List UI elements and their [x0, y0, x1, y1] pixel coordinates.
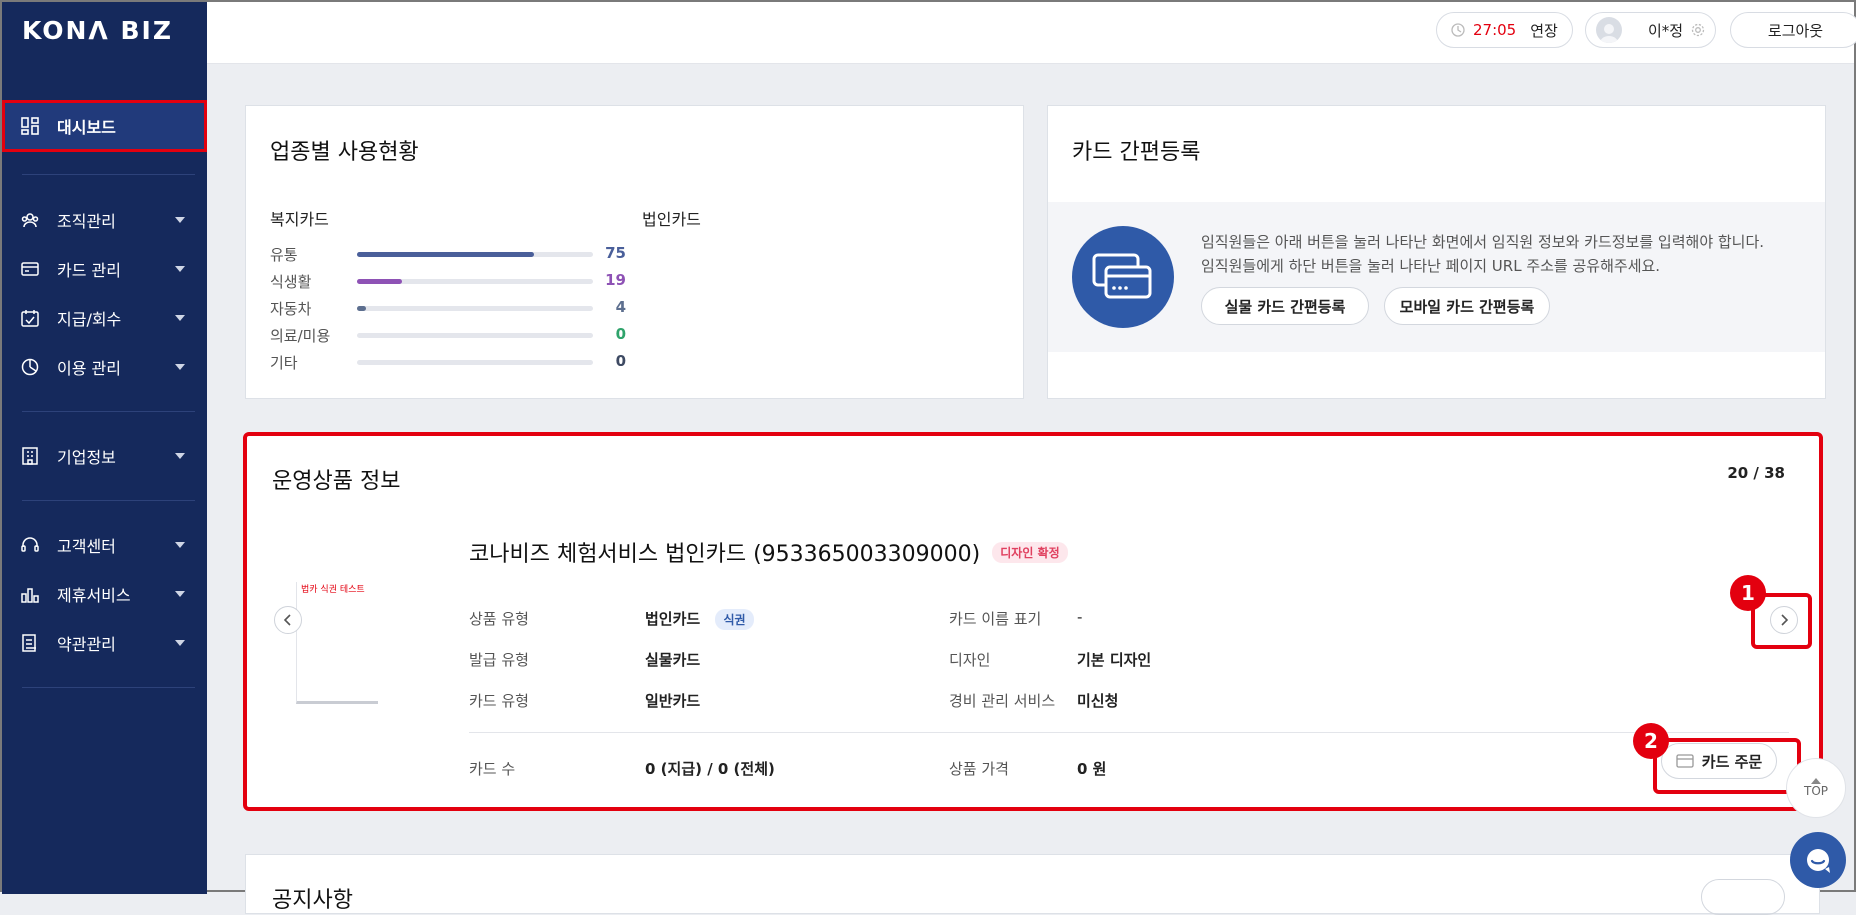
chat-icon	[1807, 849, 1830, 873]
sidebar-item-customer-center[interactable]: 고객센터	[2, 525, 207, 565]
sidebar-item-label: 기업정보	[57, 448, 116, 467]
sidebar-item-terms[interactable]: 약관관리	[2, 623, 207, 663]
usage-row-label: 자동차	[270, 300, 312, 318]
chevron-down-icon	[175, 315, 185, 321]
building-icon	[19, 445, 41, 467]
sidebar-item-card-management[interactable]: 카드 관리	[2, 249, 207, 289]
usage-row-label: 기타	[270, 354, 298, 372]
scroll-top-button[interactable]: TOP	[1786, 758, 1846, 818]
sidebar-item-usage[interactable]: 이용 관리	[2, 347, 207, 387]
usage-card: 업종별 사용현황 복지카드 법인카드 유통 75 식생활 19 자동차 4 의료…	[245, 105, 1024, 399]
chevron-down-icon	[175, 640, 185, 646]
avatar	[1596, 17, 1622, 43]
credit-card-icon	[1072, 226, 1174, 328]
welfare-card-label: 복지카드	[270, 210, 329, 229]
registration-title: 카드 간편등록	[1072, 140, 1201, 165]
notice-title: 공지사항	[272, 888, 353, 913]
usage-bar-fill	[357, 279, 402, 284]
usage-bar	[357, 306, 593, 311]
divider	[22, 174, 195, 175]
usage-bar	[357, 360, 593, 365]
mobile-card-register-button[interactable]: 모바일 카드 간편등록	[1384, 287, 1550, 325]
clock-icon	[1451, 23, 1465, 37]
usage-icon	[19, 356, 41, 378]
sidebar: KONΛ BIZ 대시보드 조직관리 카드 관리 지급/회수 이용 관리 기업정…	[2, 2, 207, 894]
sidebar-item-dashboard[interactable]: 대시보드	[2, 100, 207, 152]
chevron-down-icon	[175, 542, 185, 548]
chevron-down-icon	[175, 217, 185, 223]
more-button[interactable]	[1701, 879, 1785, 915]
usage-title: 업종별 사용현황	[270, 140, 419, 165]
sidebar-item-label: 조직관리	[57, 212, 116, 231]
registration-description: 임직원들은 아래 버튼을 눌러 나타난 화면에서 임직원 정보와 카드정보를 입…	[1201, 230, 1764, 278]
usage-bar	[357, 252, 593, 257]
usage-row-value: 75	[605, 244, 626, 262]
chevron-down-icon	[175, 591, 185, 597]
sidebar-item-label: 카드 관리	[57, 261, 121, 280]
usage-row-label: 의료/미용	[270, 327, 331, 345]
usage-row-value: 0	[615, 325, 626, 343]
partner-icon	[19, 583, 41, 605]
sidebar-item-label: 지급/회수	[57, 310, 122, 329]
sidebar-item-label: 고객센터	[57, 537, 116, 556]
sidebar-item-company-info[interactable]: 기업정보	[2, 436, 207, 476]
timer-value: 27:05	[1473, 21, 1517, 39]
notice-card: 공지사항	[245, 854, 1820, 915]
sidebar-item-label: 약관관리	[57, 635, 116, 654]
registration-desc-line: 임직원들은 아래 버튼을 눌러 나타난 화면에서 임직원 정보와 카드정보를 입…	[1201, 233, 1765, 251]
annotation-badge-1: 1	[1730, 575, 1766, 611]
divider	[22, 411, 195, 412]
chevron-down-icon	[175, 364, 185, 370]
user-menu[interactable]: 이*정	[1585, 12, 1717, 48]
usage-bar	[357, 279, 593, 284]
chat-button[interactable]	[1790, 832, 1846, 888]
sidebar-item-partner-service[interactable]: 제휴서비스	[2, 574, 207, 614]
logout-button[interactable]: 로그아웃	[1730, 12, 1856, 48]
user-name: 이*정	[1648, 21, 1684, 40]
highlight-order-button	[1653, 738, 1801, 794]
card-icon	[19, 258, 41, 280]
physical-card-register-button[interactable]: 실물 카드 간편등록	[1201, 287, 1369, 325]
sidebar-item-label: 이용 관리	[57, 359, 121, 378]
usage-row-label: 유통	[270, 246, 298, 264]
sidebar-item-organization[interactable]: 조직관리	[2, 200, 207, 240]
headset-icon	[19, 534, 41, 556]
top-bar: 27:05 연장 이*정 로그아웃	[207, 2, 1856, 64]
payment-icon	[19, 307, 41, 329]
organization-icon	[19, 209, 41, 231]
usage-bar	[357, 333, 593, 338]
corporate-card-label: 법인카드	[642, 210, 701, 229]
annotation-badge-2: 2	[1633, 723, 1669, 759]
usage-bar-fill	[357, 306, 367, 311]
document-icon	[19, 632, 41, 654]
session-timer: 27:05 연장	[1436, 12, 1573, 48]
sidebar-item-payment[interactable]: 지급/회수	[2, 298, 207, 338]
sidebar-item-label: 제휴서비스	[57, 586, 131, 605]
highlight-product-section	[243, 432, 1823, 811]
sidebar-item-label: 대시보드	[57, 118, 116, 137]
scroll-top-label: TOP	[1803, 784, 1828, 798]
card-registration-card: 카드 간편등록 임직원들은 아래 버튼을 눌러 나타난 화면에서 임직원 정보와…	[1047, 105, 1826, 399]
chevron-down-icon	[175, 266, 185, 272]
gear-icon[interactable]	[1691, 23, 1705, 37]
usage-row-value: 4	[615, 298, 626, 316]
app-logo[interactable]: KONΛ BIZ	[22, 16, 173, 45]
chevron-down-icon	[175, 453, 185, 459]
usage-row-label: 식생활	[270, 273, 312, 291]
registration-desc-line: 임직원들에게 하단 버튼을 눌러 나타난 페이지 URL 주소를 공유해주세요.	[1201, 257, 1661, 275]
extend-button[interactable]: 연장	[1530, 20, 1558, 41]
registration-band: 임직원들은 아래 버튼을 눌러 나타난 화면에서 임직원 정보와 카드정보를 입…	[1048, 202, 1825, 352]
divider	[22, 500, 195, 501]
usage-row-value: 0	[615, 352, 626, 370]
dashboard-icon	[19, 115, 41, 137]
usage-bar-fill	[357, 252, 534, 257]
divider	[22, 687, 195, 688]
usage-row-value: 19	[605, 271, 626, 289]
